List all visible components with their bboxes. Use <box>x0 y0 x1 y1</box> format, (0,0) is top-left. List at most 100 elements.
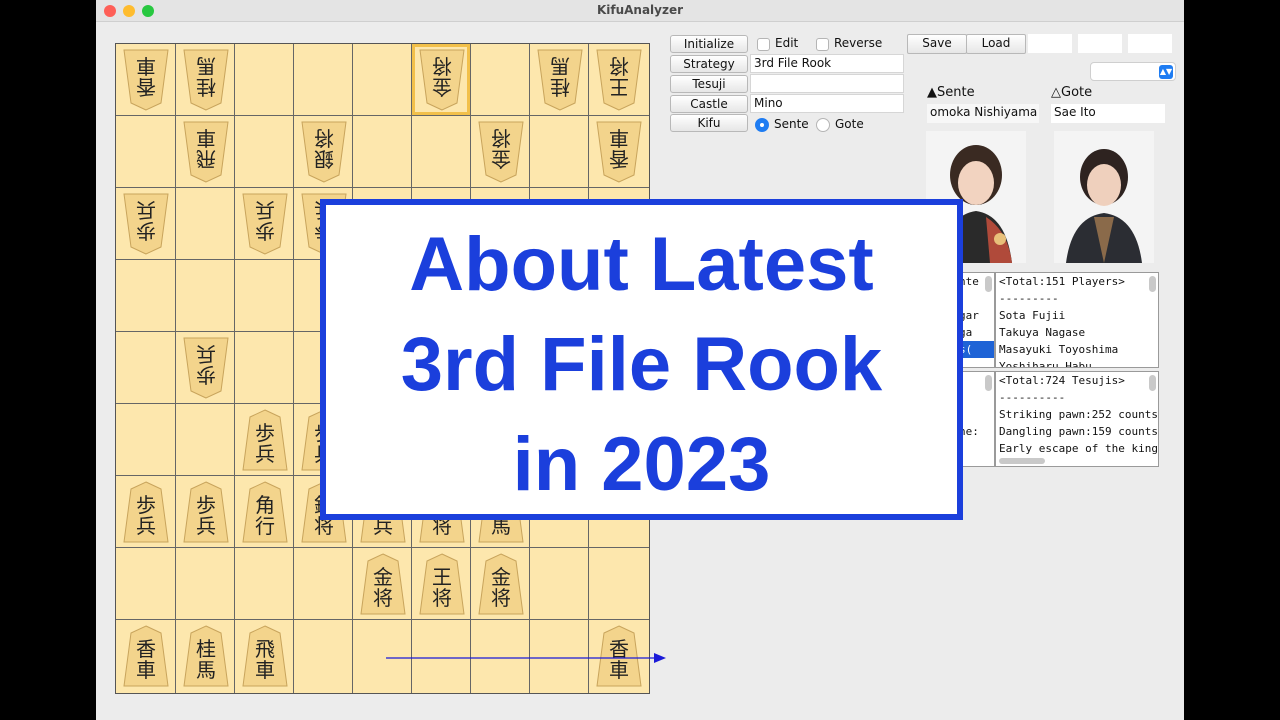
gote-piece[interactable]: 歩兵 <box>123 193 169 255</box>
list-item[interactable]: Masayuki Toyoshima <box>996 341 1158 358</box>
sente-piece[interactable]: 飛車 <box>242 625 288 687</box>
board-square[interactable] <box>235 548 294 620</box>
board-square[interactable] <box>353 44 412 116</box>
board-square[interactable]: 金将 <box>471 548 530 620</box>
board-square[interactable]: 王将 <box>412 548 471 620</box>
castle-button[interactable]: Castle <box>670 95 748 113</box>
board-square[interactable] <box>116 260 176 332</box>
board-square[interactable] <box>471 44 530 116</box>
board-square[interactable]: 香車 <box>116 44 176 116</box>
board-square[interactable] <box>589 548 649 620</box>
sente-player-field[interactable]: omoka Nishiyama <box>927 104 1039 123</box>
gote-piece[interactable]: 香車 <box>123 49 169 111</box>
board-square[interactable]: 香車 <box>116 620 176 693</box>
blank-field-2[interactable] <box>1078 34 1122 53</box>
gote-piece[interactable]: 香車 <box>596 121 642 183</box>
board-square[interactable] <box>412 116 471 188</box>
sente-piece[interactable]: 歩兵 <box>183 481 229 543</box>
board-square[interactable] <box>176 188 235 260</box>
gote-piece[interactable]: 銀将 <box>301 121 347 183</box>
board-square[interactable] <box>116 404 176 476</box>
sente-piece[interactable]: 王将 <box>419 553 465 615</box>
strategy-button[interactable]: Strategy <box>670 55 748 73</box>
board-square[interactable] <box>116 116 176 188</box>
scrollbar[interactable] <box>1149 375 1156 391</box>
board-square[interactable] <box>530 548 589 620</box>
board-square[interactable] <box>235 44 294 116</box>
gote-piece[interactable]: 金将 <box>419 49 465 111</box>
sente-piece[interactable]: 金将 <box>478 553 524 615</box>
board-square[interactable] <box>353 116 412 188</box>
gote-piece[interactable]: 王将 <box>596 49 642 111</box>
scrollbar[interactable] <box>985 375 992 391</box>
edit-checkbox[interactable] <box>757 38 770 51</box>
board-square[interactable]: 歩兵 <box>176 332 235 404</box>
board-square[interactable] <box>294 44 353 116</box>
gote-player-field[interactable]: Sae Ito <box>1051 104 1165 123</box>
reverse-checkbox[interactable] <box>816 38 829 51</box>
save-button[interactable]: Save <box>907 34 967 54</box>
list-item[interactable]: Striking pawn:252 counts <box>996 406 1158 423</box>
kifu-button[interactable]: Kifu <box>670 114 748 132</box>
tesuji-button[interactable]: Tesuji <box>670 75 748 93</box>
sente-piece[interactable]: 歩兵 <box>123 481 169 543</box>
scrollbar[interactable] <box>985 276 992 292</box>
list-item[interactable]: Yoshiharu Habu <box>996 358 1158 367</box>
board-square[interactable]: 桂馬 <box>176 44 235 116</box>
gote-piece[interactable]: 桂馬 <box>183 49 229 111</box>
sente-radio[interactable] <box>755 118 769 132</box>
players-list[interactable]: <Total:151 Players> --------- Sota Fujii… <box>995 272 1159 368</box>
blank-field-3[interactable] <box>1128 34 1172 53</box>
board-square[interactable]: 王将 <box>589 44 649 116</box>
tesuji-list[interactable]: <Total:724 Tesujis> ---------- Striking … <box>995 371 1159 467</box>
strategy-field[interactable]: 3rd File Rook <box>750 54 904 73</box>
scrollbar[interactable] <box>1149 276 1156 292</box>
list-item[interactable]: Takuya Nagase <box>996 324 1158 341</box>
gote-piece[interactable]: 飛車 <box>183 121 229 183</box>
list-item[interactable]: Dangling pawn:159 counts <box>996 423 1158 440</box>
board-square[interactable]: 歩兵 <box>235 188 294 260</box>
board-square[interactable] <box>176 260 235 332</box>
board-square[interactable]: 桂馬 <box>530 44 589 116</box>
blank-field-1[interactable] <box>1028 34 1072 53</box>
castle-field[interactable]: Mino <box>750 94 904 113</box>
board-square[interactable]: 桂馬 <box>176 620 235 693</box>
sente-piece[interactable]: 桂馬 <box>183 625 229 687</box>
board-square[interactable]: 歩兵 <box>176 476 235 548</box>
board-square[interactable] <box>116 332 176 404</box>
board-square[interactable] <box>176 404 235 476</box>
board-square[interactable]: 金将 <box>353 548 412 620</box>
gote-radio[interactable] <box>816 118 830 132</box>
board-square[interactable] <box>235 116 294 188</box>
board-square[interactable]: 金将 <box>412 44 471 116</box>
board-square[interactable]: 香車 <box>589 116 649 188</box>
sente-piece[interactable]: 香車 <box>123 625 169 687</box>
sente-piece[interactable]: 角行 <box>242 481 288 543</box>
board-square[interactable]: 歩兵 <box>116 476 176 548</box>
board-square[interactable] <box>176 548 235 620</box>
board-square[interactable] <box>294 620 353 693</box>
sente-piece[interactable]: 金将 <box>360 553 406 615</box>
board-square[interactable]: 飛車 <box>176 116 235 188</box>
list-item[interactable]: Sota Fujii <box>996 307 1158 324</box>
initialize-button[interactable]: Initialize <box>670 35 748 53</box>
board-square[interactable]: 歩兵 <box>235 404 294 476</box>
gote-piece[interactable]: 桂馬 <box>537 49 583 111</box>
gote-piece[interactable]: 歩兵 <box>242 193 288 255</box>
gote-piece[interactable]: 歩兵 <box>183 337 229 399</box>
board-square[interactable]: 歩兵 <box>116 188 176 260</box>
board-square[interactable] <box>530 116 589 188</box>
board-square[interactable] <box>294 548 353 620</box>
board-square[interactable]: 金将 <box>471 116 530 188</box>
horizontal-scrollbar[interactable] <box>999 458 1045 464</box>
board-square[interactable]: 飛車 <box>235 620 294 693</box>
gote-piece[interactable]: 金将 <box>478 121 524 183</box>
board-square[interactable] <box>235 260 294 332</box>
board-square[interactable] <box>116 548 176 620</box>
board-square[interactable] <box>235 332 294 404</box>
board-square[interactable]: 銀将 <box>294 116 353 188</box>
board-square[interactable]: 角行 <box>235 476 294 548</box>
tesuji-field[interactable] <box>750 74 904 93</box>
sente-piece[interactable]: 歩兵 <box>242 409 288 471</box>
list-item[interactable]: Early escape of the king c <box>996 440 1158 457</box>
